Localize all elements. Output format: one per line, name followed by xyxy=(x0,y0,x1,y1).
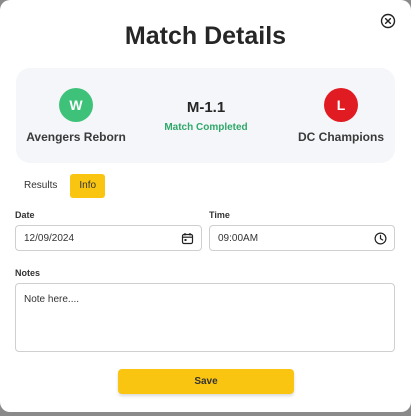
tab-info[interactable]: Info xyxy=(70,174,106,198)
modal-title: Match Details xyxy=(124,22,287,50)
notes-label: Notes xyxy=(15,268,41,278)
team-right: L DC Champions xyxy=(281,88,401,144)
team-left-name: Avengers Reborn xyxy=(26,130,126,144)
notes-textarea[interactable]: Note here.... xyxy=(15,283,395,352)
team-left: W Avengers Reborn xyxy=(16,88,136,144)
result-badge-loss: L xyxy=(324,88,358,122)
tab-bar: Results Info xyxy=(16,174,106,198)
match-code: M-1.1 xyxy=(186,99,226,116)
tab-results[interactable]: Results xyxy=(16,174,65,198)
time-label: Time xyxy=(209,210,230,220)
date-value: 12/09/2024 xyxy=(24,233,75,244)
match-info: M-1.1 Match Completed xyxy=(146,99,266,133)
match-details-modal: Match Details W Avengers Reborn M-1.1 Ma… xyxy=(0,0,411,412)
match-summary-card: W Avengers Reborn M-1.1 Match Completed … xyxy=(16,68,395,163)
team-right-name: DC Champions xyxy=(297,130,384,144)
date-label: Date xyxy=(15,210,35,220)
clock-icon[interactable] xyxy=(374,232,387,245)
match-status: Match Completed xyxy=(164,122,248,133)
calendar-icon[interactable] xyxy=(181,232,194,245)
save-button[interactable]: Save xyxy=(118,369,294,394)
date-field[interactable]: 12/09/2024 xyxy=(15,225,202,251)
time-field[interactable]: 09:00AM xyxy=(209,225,395,251)
notes-value: Note here.... xyxy=(24,294,80,305)
time-value: 09:00AM xyxy=(218,233,259,244)
result-badge-win: W xyxy=(59,88,93,122)
